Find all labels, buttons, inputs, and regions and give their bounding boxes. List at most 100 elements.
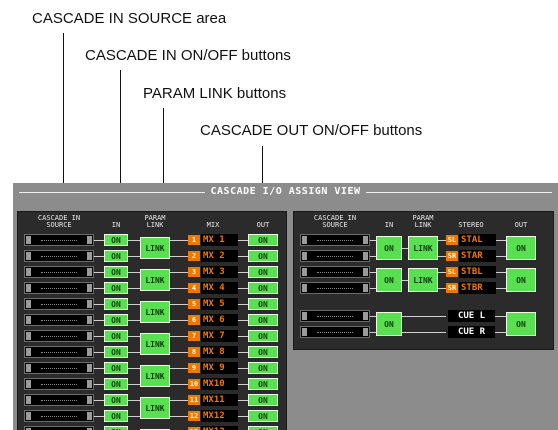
mix-number-badge: 12: [188, 411, 200, 421]
cascade-in-source-field[interactable]: [24, 426, 94, 430]
source-empty-dash: [317, 332, 353, 334]
cascade-out-on-button[interactable]: ON: [248, 394, 278, 406]
connector-line: [238, 416, 248, 417]
cascade-in-source-field[interactable]: [24, 362, 94, 374]
cascade-in-on-button[interactable]: ON: [376, 312, 402, 336]
cascade-out-on-button[interactable]: ON: [248, 378, 278, 390]
cascade-in-on-button[interactable]: ON: [104, 378, 128, 390]
source-empty-dash: [41, 272, 77, 274]
cascade-out-on-button[interactable]: ON: [248, 362, 278, 374]
connector-line: [128, 416, 140, 417]
cascade-in-on-button[interactable]: ON: [104, 250, 128, 262]
cascade-out-on-button[interactable]: ON: [506, 312, 536, 336]
param-link-button[interactable]: LINK: [140, 269, 170, 291]
cascade-in-source-field[interactable]: [24, 330, 94, 342]
mix-name: MX11: [201, 394, 238, 406]
cascade-in-source-field[interactable]: [300, 310, 370, 322]
cascade-in-source-field[interactable]: [24, 266, 94, 278]
connector-line: [170, 240, 188, 241]
mix-name: MX 7: [201, 330, 238, 342]
cascade-in-on-button[interactable]: ON: [376, 268, 402, 292]
callout-param-link: PARAM LINK buttons: [143, 85, 287, 102]
cascade-in-on-button[interactable]: ON: [104, 426, 128, 430]
connector-line: [170, 272, 188, 273]
mix-channel-label: 13MX13: [188, 426, 238, 430]
connector-line: [128, 400, 140, 401]
cascade-in-on-button[interactable]: ON: [104, 282, 128, 294]
cascade-out-on-button[interactable]: ON: [248, 410, 278, 422]
cascade-in-on-button[interactable]: ON: [104, 314, 128, 326]
cascade-out-on-button[interactable]: ON: [248, 234, 278, 246]
stereo-name: STBL: [459, 266, 496, 278]
cascade-out-on-button[interactable]: ON: [248, 298, 278, 310]
cascade-in-source-field[interactable]: [24, 394, 94, 406]
mix-name: MX 8: [201, 346, 238, 358]
connector-line: [128, 240, 140, 241]
stereo-channel-label: SL STBL: [446, 266, 496, 278]
cascade-out-on-button[interactable]: ON: [506, 268, 536, 292]
header-param-line2: LINK: [414, 221, 432, 229]
mix-number-badge: 4: [188, 283, 200, 293]
cascade-out-on-button[interactable]: ON: [248, 282, 278, 294]
param-link-button[interactable]: LINK: [140, 365, 170, 387]
cascade-in-on-button[interactable]: ON: [104, 298, 128, 310]
param-link-button[interactable]: LINK: [140, 301, 170, 323]
cascade-in-on-button[interactable]: ON: [104, 266, 128, 278]
cascade-in-on-button[interactable]: ON: [104, 234, 128, 246]
cascade-in-source-field[interactable]: [24, 346, 94, 358]
cascade-out-on-button[interactable]: ON: [248, 250, 278, 262]
connector-line: [128, 352, 140, 353]
cascade-out-on-button[interactable]: ON: [248, 266, 278, 278]
param-link-button[interactable]: LINK: [140, 237, 170, 259]
cascade-in-on-button[interactable]: ON: [104, 346, 128, 358]
source-empty-dash: [41, 304, 77, 306]
cascade-in-on-button[interactable]: ON: [104, 330, 128, 342]
cascade-in-source-field[interactable]: [24, 378, 94, 390]
stereo-badge: SR: [446, 251, 458, 261]
header-in: IN: [111, 221, 121, 229]
source-empty-dash: [41, 368, 77, 370]
connector-line: [94, 352, 104, 353]
mix-channel-label: 7 MX 7: [188, 330, 238, 342]
cascade-out-on-button[interactable]: ON: [248, 330, 278, 342]
callout-cascade-in-onoff: CASCADE IN ON/OFF buttons: [85, 47, 291, 64]
cascade-in-source-field[interactable]: [24, 410, 94, 422]
mix-number-badge: 7: [188, 331, 200, 341]
cascade-out-on-button[interactable]: ON: [506, 236, 536, 260]
mix-name: MX 9: [201, 362, 238, 374]
connector-line: [238, 304, 248, 305]
header-out: OUT: [514, 221, 528, 229]
cascade-in-source-field[interactable]: [300, 234, 370, 246]
connector-line: [238, 256, 248, 257]
cascade-in-source-field[interactable]: [24, 314, 94, 326]
cascade-out-on-button[interactable]: ON: [248, 314, 278, 326]
connector-line: [238, 400, 248, 401]
cascade-out-on-button[interactable]: ON: [248, 346, 278, 358]
connector-line: [238, 272, 248, 273]
stereo-cue-cascade-section: CASCADE IN SOURCE IN PARAM LINK STEREO O…: [293, 211, 554, 350]
param-link-button[interactable]: LINK: [140, 397, 170, 419]
cascade-in-source-field[interactable]: [300, 250, 370, 262]
mix-channel-label: 5 MX 5: [188, 298, 238, 310]
connector-line: [128, 336, 140, 337]
param-link-button[interactable]: LINK: [140, 333, 170, 355]
cascade-in-source-field[interactable]: [24, 282, 94, 294]
connector-line: [496, 240, 506, 241]
connector-line: [170, 400, 188, 401]
cascade-in-source-field[interactable]: [300, 266, 370, 278]
param-link-button[interactable]: LINK: [408, 268, 438, 292]
param-link-button[interactable]: LINK: [408, 236, 438, 260]
connector-line: [170, 384, 188, 385]
source-empty-dash: [41, 352, 77, 354]
cascade-in-source-field[interactable]: [300, 282, 370, 294]
cascade-in-source-field[interactable]: [24, 298, 94, 310]
cascade-in-on-button[interactable]: ON: [104, 394, 128, 406]
cascade-in-on-button[interactable]: ON: [104, 362, 128, 374]
cascade-in-on-button[interactable]: ON: [376, 236, 402, 260]
cascade-in-source-field[interactable]: [24, 250, 94, 262]
cascade-in-on-button[interactable]: ON: [104, 410, 128, 422]
connector-line: [94, 368, 104, 369]
cascade-out-on-button[interactable]: ON: [248, 426, 278, 430]
cascade-in-source-field[interactable]: [24, 234, 94, 246]
cascade-in-source-field[interactable]: [300, 326, 370, 338]
